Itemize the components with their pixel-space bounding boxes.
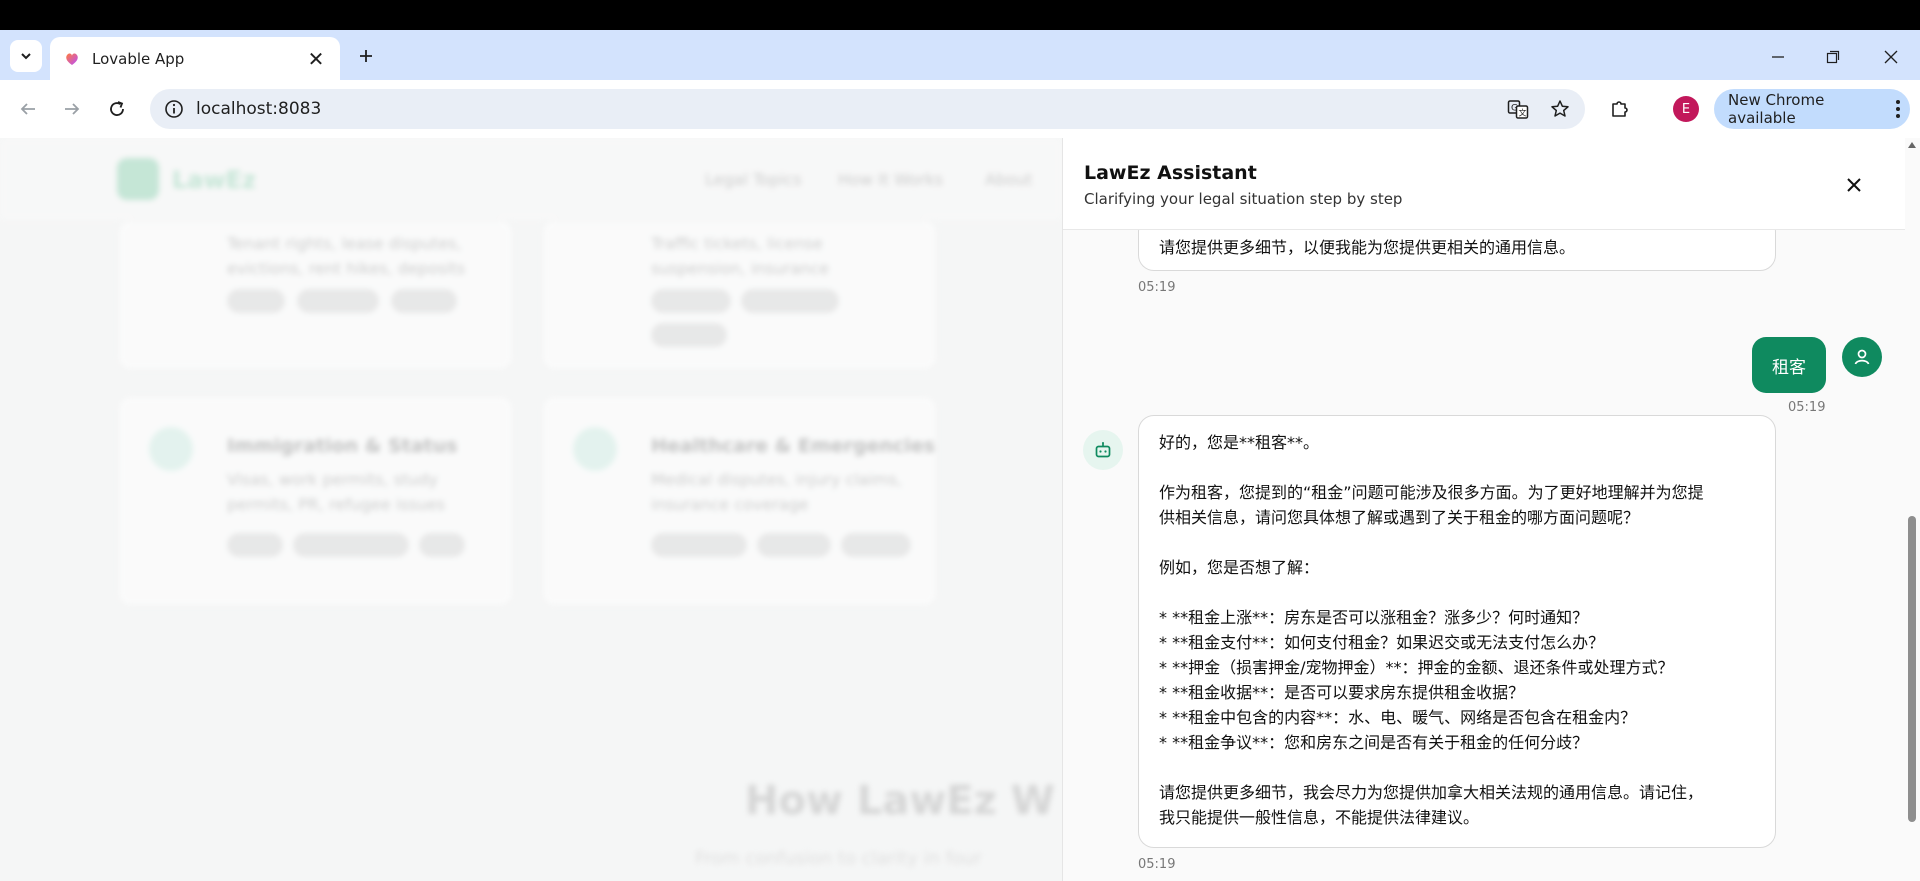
nav-link-about: About — [985, 170, 1033, 189]
bot-message-line: 好的，您是**租客**。 — [1159, 433, 1320, 452]
close-icon — [1884, 50, 1898, 64]
bot-message-line: 例如，您是否想了解： — [1159, 558, 1320, 577]
robot-icon — [1095, 442, 1111, 458]
user-message-text: 租客 — [1772, 357, 1806, 378]
back-button[interactable] — [13, 94, 43, 124]
message-time: 05:19 — [1138, 280, 1176, 295]
scroll-thumb[interactable] — [1908, 516, 1916, 822]
assistant-title: LawEz Assistant — [1084, 162, 1257, 184]
plus-icon — [360, 50, 372, 62]
tab-search-button[interactable] — [10, 40, 42, 72]
panel-scrollbar[interactable] — [1905, 138, 1919, 881]
back-icon — [20, 103, 35, 115]
minimize-icon — [1772, 56, 1784, 58]
bot-message-line: * **押金（损害押金/宠物押金）**：押金的金额、退还条件或处理方式？ — [1159, 658, 1674, 677]
reload-button[interactable] — [102, 94, 132, 124]
close-icon — [1847, 178, 1861, 192]
blurred-background-page: LawEz Legal Topics How It Works About Te… — [0, 138, 1062, 881]
user-icon — [1854, 349, 1870, 365]
close-tab-icon[interactable]: ✕ — [306, 47, 326, 71]
scroll-up-arrow-icon[interactable] — [1908, 142, 1916, 148]
topic-card: Traffic tickets, license suspension, ins… — [542, 220, 937, 370]
bot-message-line: * **租金争议**：您和房东之间是否有关于租金的任何分歧？ — [1159, 733, 1589, 752]
site-logo-icon — [117, 158, 159, 200]
star-icon — [1551, 100, 1569, 117]
profile-avatar[interactable]: E — [1673, 96, 1699, 122]
section-heading: How LawEz W — [745, 778, 1055, 824]
forward-icon — [65, 103, 80, 115]
topic-card: Healthcare & Emergencies Medical dispute… — [542, 396, 937, 606]
nav-link-legal-topics: Legal Topics — [705, 170, 802, 189]
message-time: 05:19 — [1788, 400, 1826, 415]
user-avatar — [1842, 337, 1882, 377]
bot-message: 请您提供更多细节，以便我能为您提供更相关的通用信息。 — [1138, 230, 1776, 271]
restore-button[interactable] — [1818, 42, 1848, 72]
site-brand: LawEz — [172, 166, 257, 194]
bot-message-line: * **租金中包含的内容**：水、电、暖气、网络是否包含在租金内？ — [1159, 708, 1637, 727]
bot-message-line: 我只能提供一般性信息，不能提供法律建议。 — [1159, 808, 1480, 827]
tab-strip: Lovable App ✕ — [0, 30, 1920, 80]
bot-message-line: 供相关信息，请问您具体想了解或遇到了关于租金的哪方面问题呢？ — [1159, 508, 1640, 527]
translate-button[interactable]: G文 — [1501, 92, 1535, 126]
chevron-down-icon — [21, 53, 31, 60]
user-message: 租客 — [1752, 337, 1826, 393]
bookmark-button[interactable] — [1543, 92, 1577, 126]
update-label: New Chrome available — [1728, 91, 1825, 127]
bot-message-line: * **租金收据**：是否可以要求房东提供租金收据？ — [1159, 683, 1525, 702]
bot-message-line: * **租金支付**：如何支付租金？如果迟交或无法支付怎么办？ — [1159, 633, 1605, 652]
assistant-panel: LawEz Assistant Clarifying your legal si… — [1062, 138, 1920, 881]
reload-icon — [110, 101, 124, 116]
browser-tab[interactable]: Lovable App ✕ — [50, 37, 340, 80]
page-viewport: LawEz Legal Topics How It Works About Te… — [0, 138, 1920, 881]
bot-message-line: 作为租客，您提到的“租金”问题可能涉及很多方面。为了更好地理解并为您提 — [1159, 483, 1704, 502]
url-text[interactable]: localhost:8083 — [196, 99, 1501, 119]
message-time: 05:19 — [1138, 857, 1176, 872]
forward-button[interactable] — [57, 94, 87, 124]
bot-message-line: * **租金上涨**：房东是否可以涨租金？涨多少？何时通知？ — [1159, 608, 1589, 627]
assistant-subtitle: Clarifying your legal situation step by … — [1084, 190, 1403, 208]
message-list[interactable]: 请您提供更多细节，以便我能为您提供更相关的通用信息。 05:19 租客 05:1… — [1063, 230, 1903, 881]
restore-icon — [1826, 50, 1840, 64]
more-icon[interactable] — [1886, 100, 1910, 118]
svg-text:文: 文 — [1519, 108, 1527, 118]
lovable-favicon-icon — [66, 53, 78, 65]
close-window-button[interactable] — [1876, 42, 1906, 72]
bot-message: 好的，您是**租客**。 作为租客，您提到的“租金”问题可能涉及很多方面。为了更… — [1138, 415, 1776, 848]
assistant-header: LawEz Assistant Clarifying your legal si… — [1063, 138, 1919, 230]
bot-message-text: 请您提供更多细节，以便我能为您提供更相关的通用信息。 — [1159, 238, 1576, 257]
section-subheading: From confusion to clarity in four — [695, 848, 982, 869]
topic-card: Tenant rights, lease disputes, evictions… — [118, 220, 513, 370]
new-tab-button[interactable] — [352, 42, 380, 70]
address-bar[interactable]: localhost:8083 G文 — [150, 89, 1585, 129]
info-icon[interactable] — [164, 99, 184, 119]
chrome-update-button[interactable]: New Chrome available — [1714, 89, 1910, 129]
site-nav: LawEz Legal Topics How It Works About — [0, 138, 1062, 220]
extensions-icon — [1612, 101, 1628, 117]
browser-toolbar: localhost:8083 G文 E New Chrome available — [0, 80, 1920, 138]
topic-card: Immigration & Status Visas, work permits… — [118, 396, 513, 606]
close-assistant-button[interactable] — [1841, 172, 1867, 198]
bot-message-line: 请您提供更多细节，我会尽力为您提供加拿大相关法规的通用信息。请记住， — [1159, 783, 1704, 802]
minimize-button[interactable] — [1763, 42, 1793, 72]
translate-icon: G文 — [1507, 100, 1529, 119]
screen-top-bar — [0, 0, 1920, 30]
tab-title: Lovable App — [92, 49, 185, 68]
nav-link-how-it-works: How It Works — [838, 170, 943, 189]
bot-avatar — [1083, 430, 1123, 470]
extensions-button[interactable] — [1605, 94, 1635, 124]
